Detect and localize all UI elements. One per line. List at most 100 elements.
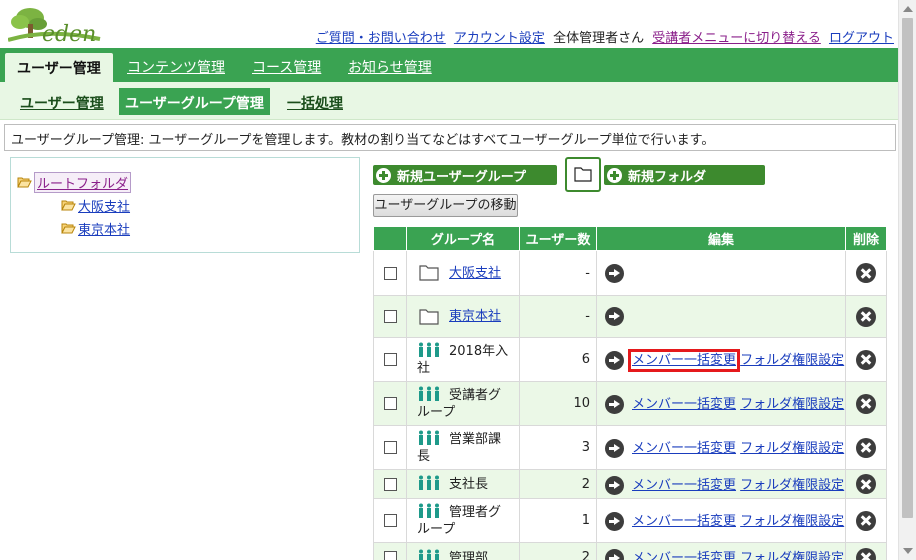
delete-icon[interactable] bbox=[856, 437, 876, 458]
row-checkbox[interactable] bbox=[383, 514, 397, 527]
eden-logo[interactable]: eden bbox=[7, 6, 108, 47]
new-user-group-label: 新規ユーザーグループ bbox=[397, 169, 526, 185]
top-links: ご質問・お問い合わせ アカウント設定 全体管理者さん 受講者メニューに切り替える… bbox=[312, 27, 894, 46]
tree-item-osaka[interactable]: 大阪支社 bbox=[61, 196, 130, 215]
scroll-down-icon[interactable] bbox=[903, 548, 913, 554]
bulk-member-change-link[interactable]: メンバー一括変更 bbox=[632, 397, 736, 412]
new-folder-button[interactable]: 新規フォルダ bbox=[604, 165, 765, 185]
user-group-icon bbox=[419, 342, 439, 357]
folder-name-link[interactable]: 大阪支社 bbox=[449, 265, 501, 282]
subtab-user-group-management[interactable]: ユーザーグループ管理 bbox=[119, 88, 270, 115]
contact-link[interactable]: ご質問・お問い合わせ bbox=[316, 31, 446, 46]
user-count: 2 bbox=[519, 542, 597, 560]
tab-content-management[interactable]: コンテンツ管理 bbox=[127, 57, 225, 77]
open-arrow-icon[interactable] bbox=[605, 549, 624, 560]
account-settings-link[interactable]: アカウント設定 bbox=[454, 31, 545, 46]
tree-item-label[interactable]: 東京本社 bbox=[78, 219, 130, 238]
open-arrow-icon[interactable] bbox=[605, 263, 624, 283]
user-group-icon bbox=[419, 430, 439, 445]
group-name: 受講者グ bbox=[449, 388, 502, 403]
open-arrow-icon[interactable] bbox=[605, 307, 624, 326]
folder-view-button[interactable] bbox=[565, 157, 601, 192]
open-arrow-icon[interactable] bbox=[605, 475, 624, 495]
folder-permission-link[interactable]: フォルダ権限設定 bbox=[740, 441, 844, 456]
switch-learner-menu-link[interactable]: 受講者メニューに切り替える bbox=[652, 31, 821, 46]
delete-icon[interactable] bbox=[856, 306, 876, 327]
user-group-icon bbox=[419, 386, 439, 401]
user-count: 6 bbox=[519, 337, 597, 382]
tree-root[interactable]: ルートフォルダ bbox=[17, 172, 132, 193]
folder-permission-link[interactable]: フォルダ権限設定 bbox=[740, 551, 844, 560]
delete-icon[interactable] bbox=[856, 510, 876, 531]
folder-permission-link[interactable]: フォルダ権限設定 bbox=[740, 397, 844, 412]
move-user-group-button[interactable]: ユーザーグループの移動 bbox=[373, 194, 518, 217]
tree-item-label[interactable]: 大阪支社 bbox=[78, 196, 130, 215]
col-edit: 編集 bbox=[596, 226, 846, 251]
delete-icon[interactable] bbox=[856, 393, 876, 414]
bulk-member-change-link[interactable]: メンバー一括変更 bbox=[632, 551, 736, 560]
logout-link[interactable]: ログアウト bbox=[829, 31, 894, 46]
folder-permission-link[interactable]: フォルダ権限設定 bbox=[740, 353, 844, 368]
new-user-group-button[interactable]: 新規ユーザーグループ bbox=[373, 165, 557, 185]
group-name: 管理部 bbox=[449, 550, 489, 560]
group-name-cont: ループ bbox=[417, 522, 456, 537]
user-count: - bbox=[519, 250, 597, 296]
col-delete: 削除 bbox=[845, 226, 887, 251]
col-select bbox=[373, 226, 407, 251]
row-checkbox[interactable] bbox=[383, 551, 397, 560]
subtab-user-management[interactable]: ユーザー管理 bbox=[20, 93, 104, 113]
plus-icon bbox=[376, 167, 391, 183]
row-checkbox[interactable] bbox=[383, 266, 397, 280]
folder-name-link[interactable]: 東京本社 bbox=[449, 308, 501, 325]
tab-course-management[interactable]: コース管理 bbox=[252, 57, 321, 77]
delete-icon[interactable] bbox=[856, 547, 876, 560]
open-arrow-icon[interactable] bbox=[605, 512, 624, 531]
delete-icon[interactable] bbox=[856, 263, 876, 283]
scroll-up-icon[interactable] bbox=[903, 6, 913, 12]
col-group-name: グループ名 bbox=[406, 226, 520, 251]
row-checkbox[interactable] bbox=[383, 310, 397, 323]
tree-root-label[interactable]: ルートフォルダ bbox=[34, 172, 132, 193]
open-arrow-icon[interactable] bbox=[605, 351, 624, 370]
row-checkbox[interactable] bbox=[383, 477, 397, 491]
main-nav: ユーザー管理 コンテンツ管理 コース管理 お知らせ管理 bbox=[0, 48, 898, 82]
bulk-member-change-link[interactable]: メンバー一括変更 bbox=[627, 349, 741, 372]
open-arrow-icon[interactable] bbox=[605, 395, 624, 414]
table-row: 受講者グ ループ 10 メンバー一括変更 フォルダ権限設定 bbox=[373, 381, 887, 426]
folder-permission-link[interactable]: フォルダ権限設定 bbox=[740, 478, 844, 493]
user-count: 1 bbox=[519, 498, 597, 543]
folder-permission-link[interactable]: フォルダ権限設定 bbox=[740, 514, 844, 529]
delete-icon[interactable] bbox=[856, 474, 876, 494]
delete-icon[interactable] bbox=[856, 349, 876, 370]
folder-icon bbox=[574, 167, 592, 182]
vertical-scrollbar[interactable] bbox=[898, 0, 916, 560]
user-group-table: グループ名 ユーザー数 編集 削除 大阪支社 - 東京本社 - 2018年入 社… bbox=[373, 226, 887, 560]
tab-user-management[interactable]: ユーザー管理 bbox=[5, 53, 113, 82]
bulk-member-change-link[interactable]: メンバー一括変更 bbox=[632, 478, 736, 493]
group-name: 営業部課 bbox=[449, 432, 502, 447]
row-checkbox[interactable] bbox=[383, 441, 397, 454]
user-group-icon bbox=[419, 475, 439, 490]
row-checkbox[interactable] bbox=[383, 397, 397, 410]
group-name: 管理者グ bbox=[449, 505, 502, 520]
bulk-member-change-link[interactable]: メンバー一括変更 bbox=[632, 441, 736, 456]
page-description: ユーザーグループ管理: ユーザーグループを管理します。教材の割り当てなどはすべて… bbox=[4, 124, 896, 151]
table-header-row: グループ名 ユーザー数 編集 削除 bbox=[373, 226, 887, 251]
bulk-member-change-link[interactable]: メンバー一括変更 bbox=[632, 514, 736, 529]
user-count: 10 bbox=[519, 381, 597, 426]
sub-nav: ユーザー管理 ユーザーグループ管理 一括処理 bbox=[0, 82, 898, 120]
group-name-cont: 長 bbox=[417, 449, 431, 464]
table-row: 管理者グループ 1 メンバー一括変更 フォルダ権限設定 bbox=[373, 498, 887, 543]
tree-item-tokyo[interactable]: 東京本社 bbox=[61, 219, 130, 238]
row-checkbox[interactable] bbox=[383, 353, 397, 366]
plus-icon bbox=[607, 167, 622, 183]
user-count: 2 bbox=[519, 469, 597, 499]
tab-notice-management[interactable]: お知らせ管理 bbox=[348, 57, 432, 77]
subtab-bulk-processing[interactable]: 一括処理 bbox=[287, 93, 343, 113]
col-user-count: ユーザー数 bbox=[519, 226, 597, 251]
table-row: 管理部 2 メンバー一括変更 フォルダ権限設定 bbox=[373, 542, 887, 560]
open-arrow-icon[interactable] bbox=[605, 439, 624, 458]
user-count: 3 bbox=[519, 425, 597, 470]
new-folder-label: 新規フォルダ bbox=[628, 169, 707, 185]
scrollbar-thumb[interactable] bbox=[902, 18, 913, 518]
